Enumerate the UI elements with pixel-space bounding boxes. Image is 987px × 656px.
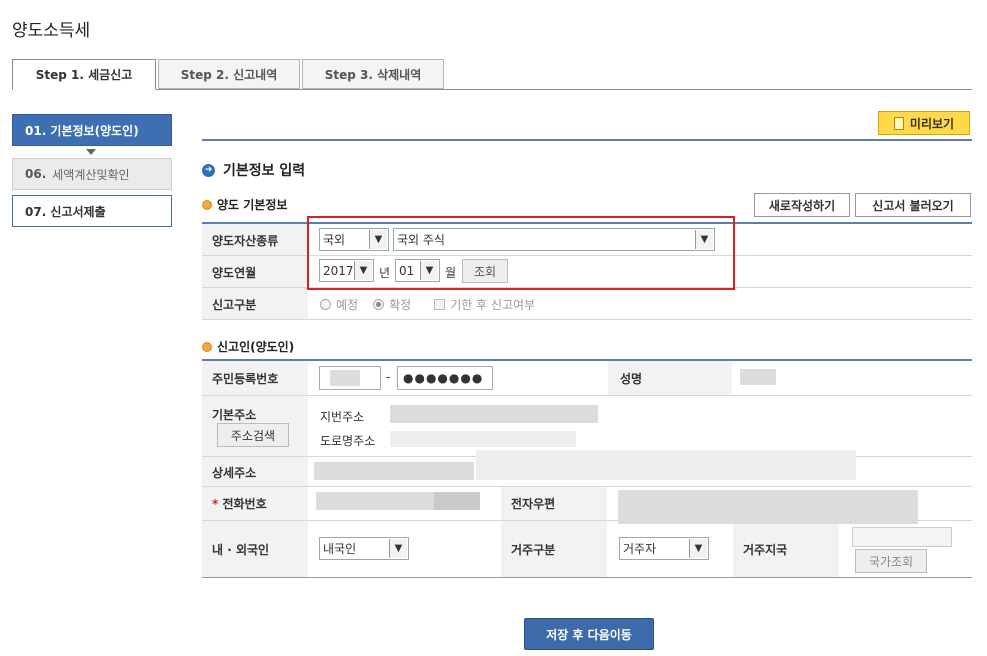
required-mark: * [212, 497, 219, 511]
detail-address-label: 상세주소 [212, 466, 257, 480]
masked-detail-address [476, 450, 856, 480]
residence-value: 거주자 [623, 542, 657, 556]
transfer-info-title: 양도 기본정보 [202, 196, 287, 213]
chevron-down-icon: ▼ [389, 539, 407, 558]
phone-label: * 전화번호 [212, 495, 267, 512]
rrn-front-input[interactable] [319, 366, 381, 390]
lot-address-label: 지번주소 [320, 410, 365, 424]
transfer-date-label: 양도연월 [212, 266, 257, 280]
radio-confirmed[interactable] [373, 299, 385, 310]
row-divider [202, 395, 972, 396]
sidebar-item-basic-info[interactable]: 01. 기본정보(양도인) [12, 114, 172, 146]
masked-road-address [390, 431, 576, 447]
table-top-border [202, 359, 972, 361]
preview-button[interactable]: 미리보기 [878, 111, 970, 135]
address-search-button[interactable]: 주소검색 [217, 423, 289, 447]
road-address-label: 도로명주소 [320, 434, 376, 448]
late-report-checkbox[interactable] [434, 299, 446, 310]
country-label: 거주지국 [743, 543, 788, 557]
reporter-title-text: 신고인(양도인) [217, 340, 295, 354]
sidebar-item-num: 06. [25, 167, 47, 181]
name-label: 성명 [620, 372, 643, 386]
nationality-label: 내 · 외국인 [212, 543, 270, 557]
row-divider [202, 486, 972, 487]
country-lookup-button[interactable]: 국가조회 [855, 549, 927, 573]
rrn-label: 주민등록번호 [212, 372, 279, 386]
phone-label-text: 전화번호 [222, 497, 267, 511]
preview-label: 미리보기 [909, 116, 955, 131]
sidebar-item-submit[interactable]: 07. 신고서제출 [12, 195, 172, 227]
radio-confirmed-label: 확정 [389, 298, 412, 312]
preview-divider [202, 139, 972, 141]
step-arrow-icon [86, 149, 96, 155]
new-write-button[interactable]: 새로작성하기 [754, 193, 850, 217]
document-icon [893, 116, 904, 130]
sidebar-item-tax-calc[interactable]: 06. 세액계산및확인 [12, 158, 172, 190]
rrn-back-input[interactable]: ●●●●●●● [397, 366, 493, 390]
section-title: ➜ 기본정보 입력 [202, 160, 305, 180]
masked-detail-address [314, 462, 474, 480]
residence-select[interactable]: 거주자 ▼ [619, 537, 709, 560]
tab-step1[interactable]: Step 1. 세금신고 [12, 59, 156, 90]
transfer-info-title-text: 양도 기본정보 [217, 198, 288, 212]
late-report-label: 기한 후 신고여부 [450, 298, 536, 312]
sidebar-item-label: 세액계산및확인 [52, 167, 130, 182]
chevron-down-icon: ▼ [689, 539, 707, 558]
masked-email [618, 490, 918, 524]
country-input[interactable] [852, 527, 952, 547]
table-bottom-border [202, 577, 972, 578]
rrn-dash: - [386, 370, 391, 384]
bullet-icon [202, 341, 212, 352]
report-type-label: 신고구분 [212, 298, 257, 312]
tabs-divider [12, 89, 972, 90]
masked-phone [434, 492, 480, 510]
save-next-button[interactable]: 저장 후 다음이동 [524, 618, 654, 650]
nationality-value: 내국인 [323, 542, 357, 556]
load-report-button[interactable]: 신고서 불러오기 [855, 193, 971, 217]
tab-step3[interactable]: Step 3. 삭제내역 [302, 59, 444, 89]
email-label: 전자우편 [511, 497, 556, 511]
residence-label: 거주구분 [511, 543, 556, 557]
arrow-circle-icon: ➜ [202, 163, 215, 177]
masked-name [740, 369, 776, 385]
section-title-text: 기본정보 입력 [223, 163, 306, 179]
address-label: 기본주소 [212, 408, 257, 422]
radio-expected-label: 예정 [336, 298, 359, 312]
row-divider [202, 319, 972, 320]
highlight-box [307, 216, 735, 290]
masked-lot-address [390, 405, 598, 423]
asset-type-label: 양도자산종류 [212, 234, 279, 248]
tab-step2[interactable]: Step 2. 신고내역 [158, 59, 300, 89]
page-title: 양도소득세 [12, 21, 91, 41]
reporter-title: 신고인(양도인) [202, 338, 294, 355]
radio-expected[interactable] [320, 299, 331, 310]
report-type-options: 예정 확정 기한 후 신고여부 [320, 296, 535, 313]
bullet-icon [202, 199, 212, 210]
masked-value [330, 370, 360, 386]
nationality-select[interactable]: 내국인 ▼ [319, 537, 409, 560]
